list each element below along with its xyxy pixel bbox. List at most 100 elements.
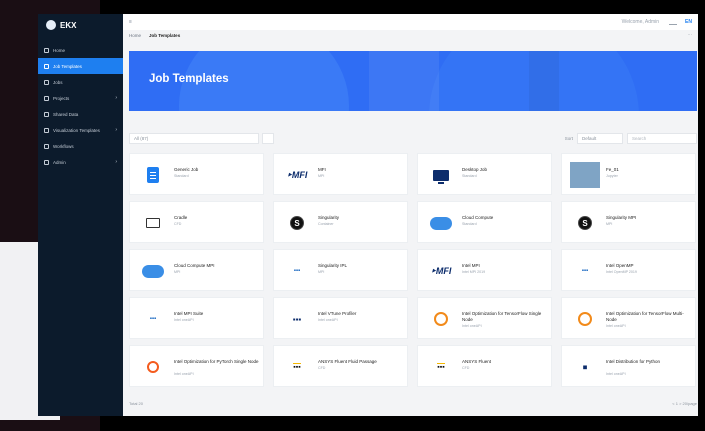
card-logo bbox=[424, 210, 458, 236]
template-card[interactable]: ▪▪▪ ANSYS Fluent Fluid Passage CFD bbox=[273, 345, 408, 387]
tab-job-templates[interactable]: Job Templates bbox=[149, 33, 180, 38]
sort-select[interactable]: Default bbox=[577, 132, 623, 144]
card-logo: ‣MFI bbox=[424, 258, 458, 284]
card-title: Intel Optimization for TensorFlow Single… bbox=[462, 311, 542, 322]
brand-text-icon: ▪▪▪ bbox=[293, 268, 301, 274]
chevron-right-icon: › bbox=[115, 127, 117, 133]
card-subtitle: Intel oneAPI bbox=[174, 372, 194, 376]
cloud-icon bbox=[142, 264, 164, 278]
sidebar-item[interactable]: Home bbox=[38, 42, 123, 58]
sidebar-item[interactable]: Jobs bbox=[38, 74, 123, 90]
card-logo bbox=[136, 162, 170, 188]
power-icon bbox=[147, 361, 159, 373]
category-filter[interactable]: All (87) bbox=[129, 132, 259, 144]
card-logo: ▪ bbox=[568, 354, 602, 380]
language-switch[interactable]: EN bbox=[685, 19, 692, 25]
tab-home[interactable]: Home bbox=[129, 33, 141, 38]
template-card[interactable]: ▪ Intel Distribution for Python Intel oneA… bbox=[561, 345, 696, 387]
sidebar-item[interactable]: Shared Data bbox=[38, 106, 123, 122]
total-count: Total 20 bbox=[129, 400, 144, 406]
card-subtitle: Intel oneAPI bbox=[318, 318, 338, 322]
jobs-icon bbox=[44, 79, 49, 85]
card-title: Cradle bbox=[174, 215, 188, 220]
card-subtitle: MPI bbox=[174, 270, 181, 274]
collapse-icon[interactable]: ≡ bbox=[129, 19, 132, 25]
template-card[interactable]: ▪▪▪ Intel MPI Suite Intel oneAPI bbox=[129, 297, 264, 339]
template-card[interactable]: Cloud Compute MPI MPI bbox=[129, 249, 264, 291]
ansys-logo-icon: ▪▪▪ bbox=[437, 363, 445, 371]
card-title: Intel OpenMP bbox=[606, 263, 634, 268]
notification-icon[interactable] bbox=[669, 20, 678, 25]
tab-more-icon[interactable]: ⋯ bbox=[688, 32, 693, 38]
template-card[interactable]: ▪▪▪ Singularity IPL MPI bbox=[273, 249, 408, 291]
template-card[interactable]: Generic Job Standard bbox=[129, 153, 264, 195]
tab-bar: Home Job Templates ⋯ bbox=[123, 30, 698, 40]
sidebar-item[interactable]: Workflows bbox=[38, 138, 123, 154]
cloud-icon bbox=[430, 216, 452, 230]
main-area: ≡ Welcome, Admin EN Home Job Templates ⋯… bbox=[123, 14, 698, 416]
card-title: Intel MPI bbox=[462, 263, 480, 268]
card-logo: ▪▪▪ bbox=[280, 306, 314, 332]
card-subtitle: Intel oneAPI bbox=[606, 324, 626, 328]
template-card[interactable]: Intel Optimization for TensorFlow Single… bbox=[417, 297, 552, 339]
workflow-icon bbox=[44, 143, 49, 149]
template-card[interactable]: ▪▪▪ Intel VTune Profiler Intel oneAPI bbox=[273, 297, 408, 339]
page-title: Job Templates bbox=[149, 73, 229, 85]
brand-name: EKX bbox=[60, 20, 77, 30]
card-title: Cloud Compute bbox=[462, 215, 494, 220]
card-subtitle: CFD bbox=[462, 366, 470, 370]
template-card[interactable]: S Singularity MPI MPI bbox=[561, 201, 696, 243]
template-icon bbox=[44, 63, 49, 69]
card-title: Generic Job bbox=[174, 167, 199, 172]
one-logo-icon: ▪ bbox=[582, 358, 588, 376]
filter-button[interactable] bbox=[262, 132, 274, 144]
template-card[interactable]: Desktop Job Standard bbox=[417, 153, 552, 195]
template-card[interactable]: Cloud Compute Standard bbox=[417, 201, 552, 243]
template-card[interactable]: Fe_01 Jupyter bbox=[561, 153, 696, 195]
thumbnail-icon bbox=[570, 162, 600, 188]
sidebar-item[interactable]: Visualization Templates › bbox=[38, 122, 123, 138]
search-input[interactable]: Search bbox=[627, 132, 697, 144]
brand[interactable]: EKX bbox=[38, 14, 123, 36]
visual-icon bbox=[44, 127, 49, 133]
page-controls[interactable]: < 1 > 20/page bbox=[672, 401, 697, 406]
template-card[interactable]: Intel Optimization for TensorFlow Multi-… bbox=[561, 297, 696, 339]
card-title: ANSYS Fluent Fluid Passage bbox=[318, 359, 377, 364]
admin-icon bbox=[44, 159, 49, 165]
card-subtitle: CFD bbox=[174, 222, 182, 226]
card-subtitle: Jupyter bbox=[606, 174, 618, 178]
sidebar-item-label: Job Templates bbox=[53, 63, 82, 69]
template-card[interactable]: ▪▪▪ Intel OpenMP Intel OpenMP 2019 bbox=[561, 249, 696, 291]
sidebar-item-label: Workflows bbox=[53, 143, 74, 149]
sidebar-item-label: Visualization Templates bbox=[53, 127, 100, 133]
card-title: Desktop Job bbox=[462, 167, 488, 172]
card-subtitle: Intel oneAPI bbox=[462, 324, 482, 328]
tensorflow-icon bbox=[434, 312, 448, 326]
template-card[interactable]: ‣MFI MFI MPI bbox=[273, 153, 408, 195]
pagination: Total 20 < 1 > 20/page bbox=[129, 398, 697, 408]
card-logo bbox=[424, 306, 458, 332]
card-subtitle: Intel OpenMP 2019 bbox=[606, 270, 637, 274]
vtune-logo-icon: ▪▪▪ bbox=[292, 314, 302, 324]
template-card[interactable]: S Singularity Container bbox=[273, 201, 408, 243]
brand-logo-icon bbox=[46, 20, 56, 30]
template-card[interactable]: ‣MFI Intel MPI Intel MPI 2019 bbox=[417, 249, 552, 291]
template-card[interactable]: Cradle CFD bbox=[129, 201, 264, 243]
sidebar-item[interactable]: Job Templates bbox=[38, 58, 123, 74]
card-title: Singularity bbox=[318, 215, 340, 220]
card-subtitle: MPI bbox=[318, 270, 325, 274]
template-card[interactable]: Intel Optimization for PyTorch Single No… bbox=[129, 345, 264, 387]
sidebar-item[interactable]: Projects › bbox=[38, 90, 123, 106]
card-logo: S bbox=[568, 210, 602, 236]
template-card[interactable]: ▪▪▪ ANSYS Fluent CFD bbox=[417, 345, 552, 387]
card-logo: ▪▪▪ bbox=[136, 306, 170, 332]
card-subtitle: Standard bbox=[462, 174, 477, 178]
user-menu[interactable]: Welcome, Admin bbox=[622, 19, 659, 25]
card-logo bbox=[136, 210, 170, 236]
singularity-icon: S bbox=[578, 216, 592, 230]
sidebar: EKX Home Job Templates Jobs Projects › Shared… bbox=[38, 14, 123, 416]
card-subtitle: Standard bbox=[462, 222, 477, 226]
sidebar-item[interactable]: Admin › bbox=[38, 154, 123, 170]
card-logo: S bbox=[280, 210, 314, 236]
card-title: Intel MPI Suite bbox=[174, 311, 204, 316]
